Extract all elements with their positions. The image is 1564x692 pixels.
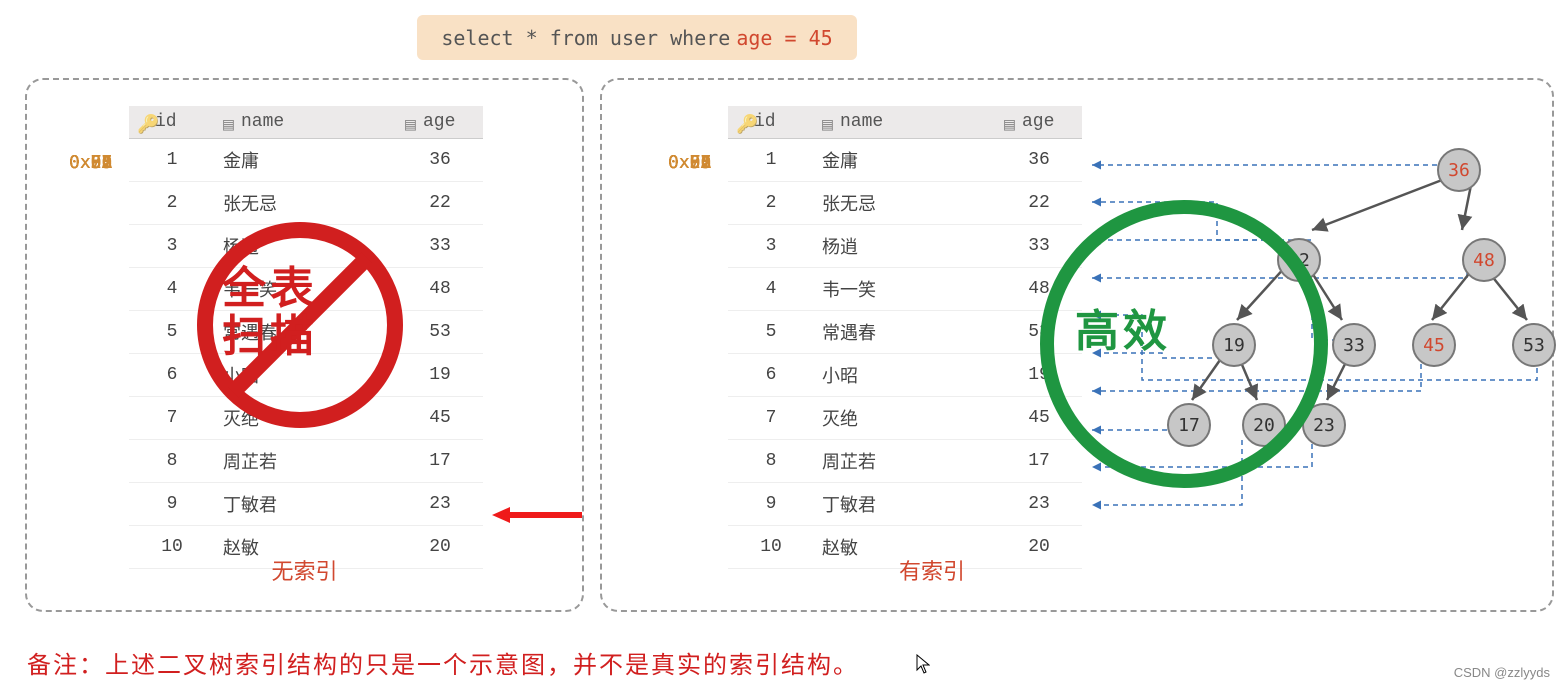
panel-with-index: 0x07 0x56 0x6A 0xF3 0x90 0x77 0xD1 0x32 … <box>600 78 1554 612</box>
tree-node-53: 53 <box>1512 323 1556 367</box>
table-row: 1金庸36 <box>728 139 1082 182</box>
tree-node-45: 45 <box>1412 323 1456 367</box>
table-row: 7灭绝45 <box>728 397 1082 440</box>
addr-cell: 0xF2 <box>668 144 711 182</box>
tree-node-22: 22 <box>1277 238 1321 282</box>
sql-query-box: select * from user where age = 45 <box>417 15 857 60</box>
table-row: 3杨逍33 <box>129 225 483 268</box>
col-name: ▤name <box>814 106 996 139</box>
table-row: 9丁敏君23 <box>728 483 1082 526</box>
table-row: 4韦一笑48 <box>728 268 1082 311</box>
addr-cell: 0xF2 <box>69 144 112 182</box>
column-icon: ▤ <box>1004 114 1018 128</box>
tree-node-17: 17 <box>1167 403 1211 447</box>
table-row: 8周芷若17 <box>129 440 483 483</box>
table-row: 1金庸36 <box>129 139 483 182</box>
sql-prefix: select * from user where <box>441 26 730 50</box>
col-name: ▤name <box>215 106 397 139</box>
table-row: 4韦一笑48 <box>129 268 483 311</box>
table-row: 6小昭19 <box>728 354 1082 397</box>
table-row: 2张无忌22 <box>129 182 483 225</box>
tree-node-33: 33 <box>1332 323 1376 367</box>
binary-tree: 36 22 48 19 33 45 53 17 20 23 <box>1142 128 1542 528</box>
sql-highlight: age = 45 <box>736 26 832 50</box>
table-row: 6小昭19 <box>129 354 483 397</box>
column-icon: ▤ <box>405 114 419 128</box>
table-row: 5常遇春53 <box>728 311 1082 354</box>
key-icon: 🔑 <box>137 114 151 128</box>
column-icon: ▤ <box>223 114 237 128</box>
caption-with-index: 有索引 <box>782 554 1082 586</box>
user-table-left: 🔑id ▤name ▤age 1金庸36 2张无忌22 3杨逍33 4韦一笑48… <box>129 106 483 569</box>
watermark: CSDN @zzlyyds <box>1454 665 1550 680</box>
table-row: 3杨逍33 <box>728 225 1082 268</box>
tree-node-36: 36 <box>1437 148 1481 192</box>
panel-no-index: 0x07 0x56 0x6A 0xF3 0x90 0x77 0xD1 0x32 … <box>25 78 584 612</box>
footer-note: 备注：上述二叉树索引结构的只是一个示意图，并不是真实的索引结构。 <box>27 645 859 680</box>
arrow-left-icon <box>492 505 582 525</box>
table-row: 8周芷若17 <box>728 440 1082 483</box>
tree-node-23: 23 <box>1302 403 1346 447</box>
tree-node-19: 19 <box>1212 323 1256 367</box>
tree-node-48: 48 <box>1462 238 1506 282</box>
key-icon: 🔑 <box>736 114 750 128</box>
column-icon: ▤ <box>822 114 836 128</box>
col-age: ▤age <box>397 106 483 139</box>
cursor-icon <box>916 654 930 674</box>
table-row: 9丁敏君23 <box>129 483 483 526</box>
table-row: 2张无忌22 <box>728 182 1082 225</box>
col-id: 🔑id <box>129 106 215 139</box>
tree-node-20: 20 <box>1242 403 1286 447</box>
table-row: 7灭绝45 <box>129 397 483 440</box>
user-table-right: 🔑id ▤name ▤age 1金庸36 2张无忌22 3杨逍33 4韦一笑48… <box>728 106 1082 569</box>
col-id: 🔑id <box>728 106 814 139</box>
table-row: 5常遇春53 <box>129 311 483 354</box>
caption-no-index: 无索引 <box>27 554 582 586</box>
col-age: ▤age <box>996 106 1082 139</box>
